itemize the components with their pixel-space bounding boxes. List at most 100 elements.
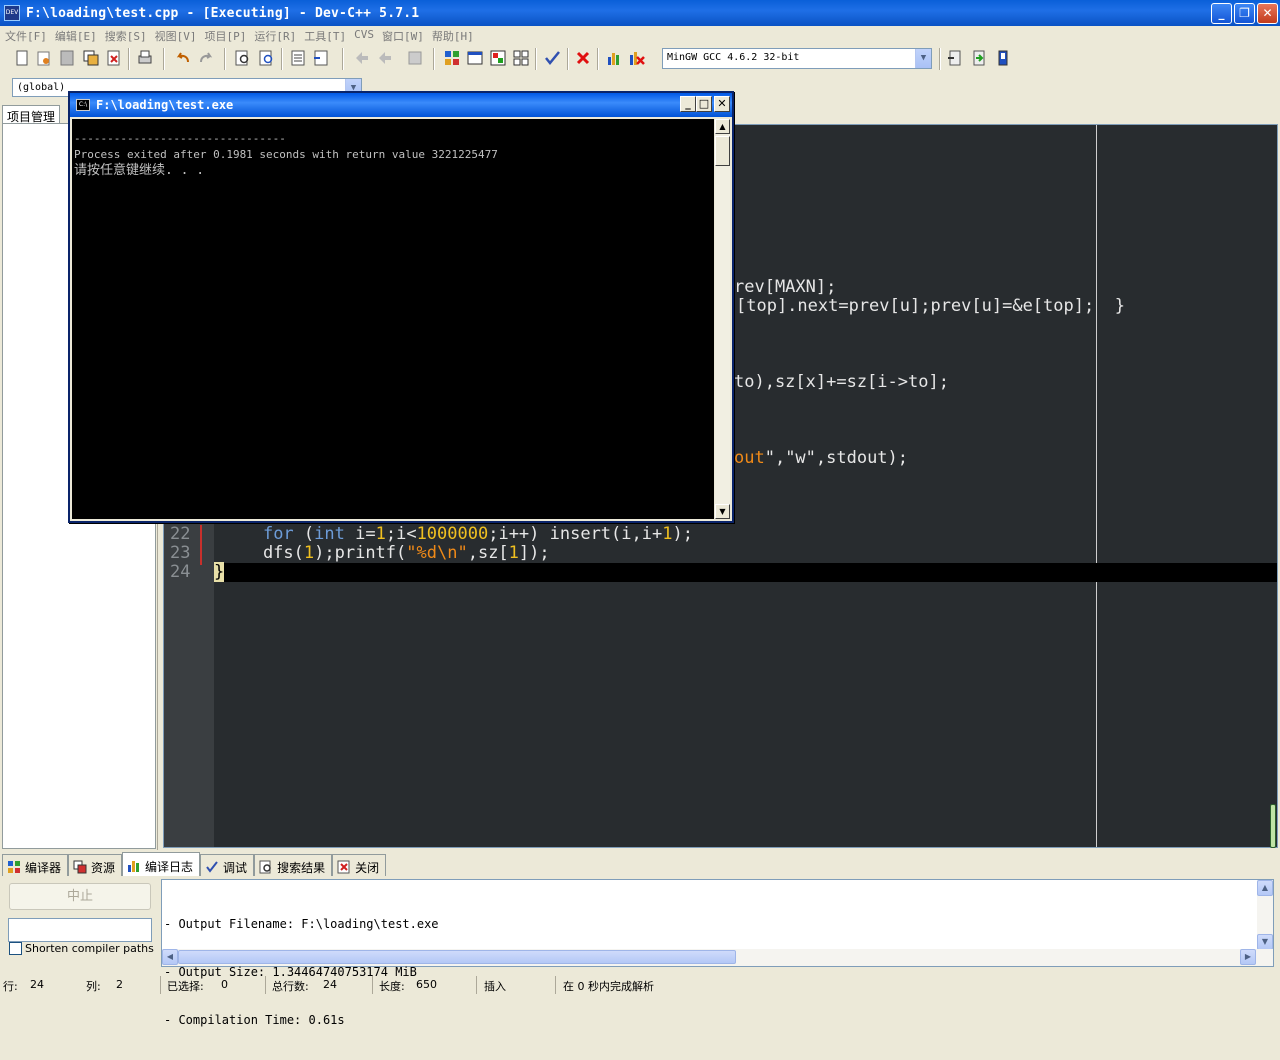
compile-run-icon[interactable]: [994, 49, 1012, 67]
stop-button[interactable]: 中止: [9, 883, 151, 910]
scroll-right-icon[interactable]: ▶: [1240, 949, 1256, 965]
line-number: 22: [170, 524, 191, 544]
status-col: 2: [116, 978, 123, 991]
window-view-icon[interactable]: [466, 49, 484, 67]
console-line: --------------------------------: [74, 132, 286, 145]
menu-search[interactable]: 搜索[S]: [104, 26, 152, 44]
close-file-icon[interactable]: [105, 49, 123, 67]
resource-icon: [73, 860, 87, 874]
print-icon[interactable]: [136, 49, 154, 67]
save-all-icon[interactable]: [82, 49, 100, 67]
save-icon[interactable]: [58, 49, 76, 67]
menu-bar: 文件[F] 编辑[E] 搜索[S] 视图[V] 项目[P] 运行[R] 工具[T…: [0, 26, 1280, 44]
checkbox-label: Shorten compiler paths: [25, 942, 154, 955]
undo-icon[interactable]: [174, 49, 192, 67]
window-titlebar[interactable]: DEV F:\loading\test.cpp - [Executing] - …: [0, 0, 1280, 26]
scroll-down-icon[interactable]: ▼: [715, 504, 730, 519]
console-scrollbar[interactable]: ▲ ▼: [715, 119, 730, 519]
shorten-paths-checkbox[interactable]: Shorten compiler paths: [9, 942, 154, 955]
scroll-up-icon[interactable]: ▲: [1257, 880, 1273, 896]
compiler-select[interactable]: MinGW GCC 4.6.2 32-bit ▼: [662, 48, 932, 69]
log-hscrollbar[interactable]: ◀ ▶: [162, 949, 1273, 966]
scroll-up-icon[interactable]: ▲: [715, 119, 730, 134]
check-icon: [206, 861, 218, 873]
scroll-thumb[interactable]: [1270, 804, 1276, 848]
maximize-button[interactable]: ❐: [1234, 3, 1255, 24]
grid-icon: [8, 861, 20, 873]
unindent-icon[interactable]: [312, 49, 330, 67]
color-view-icon[interactable]: [489, 49, 507, 67]
close-button[interactable]: ✕: [1257, 3, 1278, 24]
tab-compile-log[interactable]: 编译日志: [122, 852, 201, 876]
code-line-23: dfs(1);printf("%d\n",sz[1]);: [222, 543, 550, 563]
check-syntax-icon[interactable]: [543, 49, 561, 67]
minimize-button[interactable]: _: [1211, 3, 1232, 24]
profile-chart-icon[interactable]: [605, 49, 623, 67]
menu-file[interactable]: 文件[F]: [4, 26, 52, 44]
redo-icon[interactable]: [197, 49, 215, 67]
forward-icon[interactable]: [376, 49, 394, 67]
console-window[interactable]: C:\ F:\loading\test.exe _ □ ✕ ----------…: [68, 91, 734, 523]
menu-run[interactable]: 运行[R]: [253, 26, 301, 44]
scroll-down-icon[interactable]: ▼: [1257, 934, 1273, 950]
new-file-icon[interactable]: [13, 49, 31, 67]
line-number: 23: [170, 543, 191, 563]
progress-box: [8, 918, 152, 942]
replace-icon[interactable]: [258, 49, 276, 67]
main-toolbar: MinGW GCC 4.6.2 32-bit ▼: [0, 45, 1280, 73]
compile-log-panel: 中止 Shorten compiler paths - Output Filen…: [0, 876, 1280, 1027]
console-output[interactable]: -------------------------------- Process…: [72, 119, 714, 519]
menu-tools[interactable]: 工具[T]: [303, 26, 351, 44]
menu-window[interactable]: 窗口[W]: [381, 26, 429, 44]
console-maximize-button[interactable]: □: [696, 96, 712, 112]
tile-view-icon[interactable]: [512, 49, 530, 67]
bookmark-icon[interactable]: [406, 49, 424, 67]
menu-cvs[interactable]: CVS: [353, 26, 379, 44]
tab-project-manager[interactable]: 项目管理: [2, 105, 61, 124]
menu-view[interactable]: 视图[V]: [154, 26, 202, 44]
tab-label: 编译日志: [145, 859, 194, 874]
status-len: 650: [416, 978, 437, 991]
tab-debug[interactable]: 调试: [200, 854, 255, 876]
scroll-thumb[interactable]: [178, 950, 736, 964]
open-file-icon[interactable]: [35, 49, 53, 67]
tab-search-results[interactable]: 搜索结果: [254, 854, 333, 876]
chevron-down-icon[interactable]: ▼: [915, 49, 931, 68]
log-vscrollbar[interactable]: ▲ ▼: [1257, 880, 1273, 950]
tab-close[interactable]: 关闭: [332, 854, 387, 876]
grid-view-icon[interactable]: [443, 49, 461, 67]
indent-icon[interactable]: [289, 49, 307, 67]
console-close-button[interactable]: ✕: [714, 96, 730, 112]
menu-project[interactable]: 项目[P]: [204, 26, 252, 44]
menu-help[interactable]: 帮助[H]: [431, 26, 479, 44]
run-icon[interactable]: [970, 49, 988, 67]
tab-compiler[interactable]: 编译器: [2, 854, 69, 876]
checkbox-box[interactable]: [9, 942, 22, 955]
tab-label: 资源: [91, 860, 116, 875]
menu-edit[interactable]: 编辑[E]: [54, 26, 102, 44]
back-icon[interactable]: [353, 49, 371, 67]
find-icon[interactable]: [234, 49, 252, 67]
chart-icon: [128, 861, 140, 872]
text-cursor: }: [214, 562, 225, 582]
compiler-select-value: MinGW GCC 4.6.2 32-bit: [667, 52, 800, 63]
console-titlebar[interactable]: C:\ F:\loading\test.exe _ □ ✕: [70, 93, 732, 117]
scroll-left-icon[interactable]: ◀: [162, 949, 178, 965]
console-minimize-button[interactable]: _: [680, 96, 696, 112]
status-bar: 行: 24 列: 2 已选择: 0 总行数: 24 长度: 650 插入 在 0…: [0, 974, 1280, 998]
search-icon: [259, 860, 271, 874]
window-title: F:\loading\test.cpp - [Executing] - Dev-…: [26, 5, 420, 21]
editor-scrollbar[interactable]: [1268, 124, 1278, 848]
code-fragment: ","w",stdout);: [764, 448, 909, 468]
tab-label: 搜索结果: [277, 860, 326, 875]
compile-log[interactable]: - Output Filename: F:\loading\test.exe -…: [161, 879, 1274, 1027]
compile-icon[interactable]: [946, 49, 964, 67]
code-fragment: rev[MAXN];: [734, 277, 837, 297]
scroll-thumb[interactable]: [715, 136, 730, 166]
status-len-label: 长度:: [379, 980, 405, 993]
status-sel: 0: [221, 978, 228, 991]
stop-execution-icon[interactable]: [574, 49, 592, 67]
delete-profile-icon[interactable]: [628, 49, 646, 67]
tab-resources[interactable]: 资源: [68, 854, 123, 876]
devcpp-app-icon: DEV: [4, 5, 20, 21]
